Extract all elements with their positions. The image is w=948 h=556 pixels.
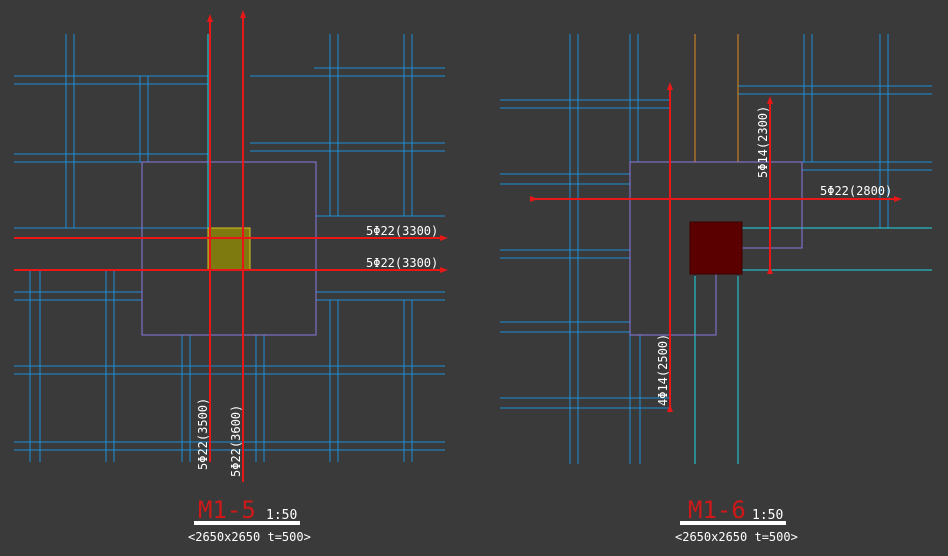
rebar-label-horizontal-bottom-m1-5: 5Φ22(3300) (366, 256, 438, 270)
foundation-m1-5: 5Φ22(3300) 5Φ22(3300) 5Φ22(3500) 5Φ22(36… (14, 10, 448, 544)
cad-drawing-canvas: 5Φ22(3300) 5Φ22(3300) 5Φ22(3500) 5Φ22(36… (14, 10, 932, 544)
foundation-m1-6: 5Φ22(2800) 5Φ14(2300) 4Φ14(2500) M1-6 1:… (500, 34, 932, 544)
column-m1-6 (689, 221, 743, 275)
drawing-spec-m1-6: <2650x2650 t=500> (675, 530, 798, 544)
rebar-label-horizontal-top-m1-5: 5Φ22(3300) (366, 224, 438, 238)
title-block-m1-6: M1-6 1:50 <2650x2650 t=500> (675, 496, 798, 544)
title-underline-m1-5 (194, 521, 300, 525)
title-block-m1-5: M1-5 1:50 <2650x2650 t=500> (188, 496, 311, 544)
orange-lines-m1-6 (694, 34, 739, 162)
rebar-label-vertical-left-m1-5: 5Φ22(3500) (196, 398, 210, 470)
rebar-label-vertical-left-m1-6: 4Φ14(2500) (656, 334, 670, 406)
rebar-label-vertical-right-m1-5: 5Φ22(3600) (229, 405, 243, 477)
drawing-code-m1-6: M1-6 (688, 496, 746, 524)
drawing-scale-m1-5: 1:50 (266, 508, 297, 523)
rebar-label-vertical-right-m1-6: 5Φ14(2300) (756, 106, 770, 178)
drawing-scale-m1-6: 1:50 (752, 508, 783, 523)
drawing-spec-m1-5: <2650x2650 t=500> (188, 530, 311, 544)
rebar-label-horizontal-m1-6: 5Φ22(2800) (820, 184, 892, 198)
title-underline-m1-6 (680, 521, 786, 525)
drawing-code-m1-5: M1-5 (198, 496, 256, 524)
